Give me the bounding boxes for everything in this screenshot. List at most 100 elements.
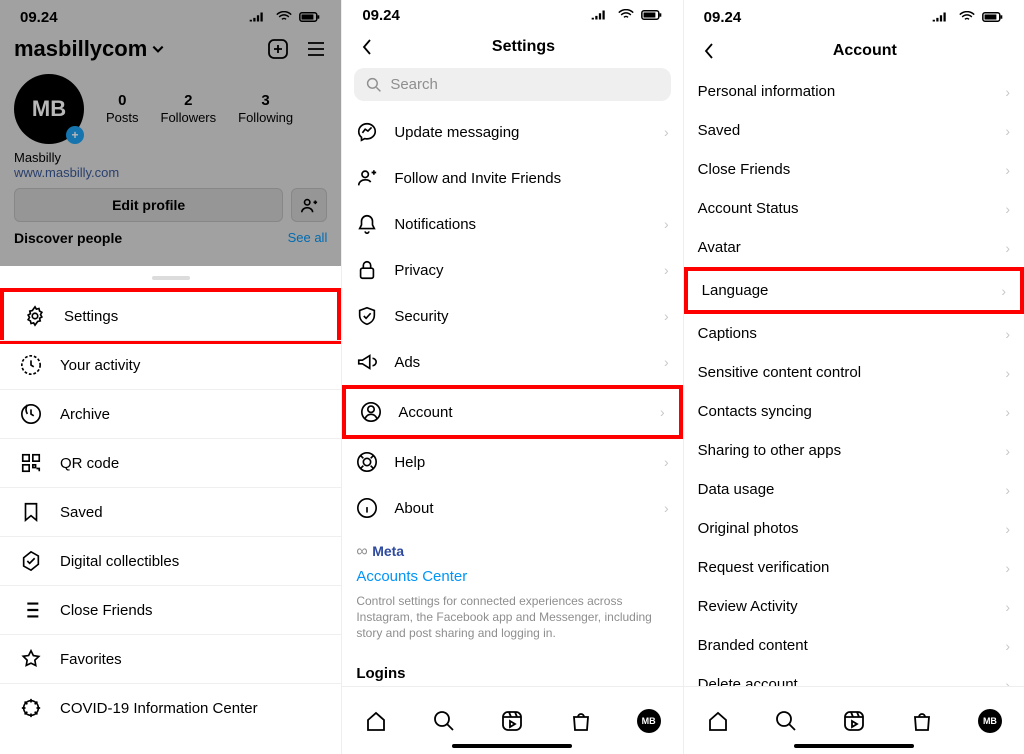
bio-link[interactable]: www.masbilly.com	[14, 165, 119, 180]
chevron-right-icon: ›	[1005, 638, 1010, 654]
accounts-center-desc: Control settings for connected experienc…	[356, 594, 652, 640]
sheet-item-archive[interactable]: Archive	[0, 389, 341, 438]
tab-search[interactable]	[432, 709, 456, 733]
chevron-right-icon: ›	[664, 262, 669, 278]
row-original-photos[interactable]: Original photos›	[684, 509, 1024, 548]
status-bar: 09.24	[342, 0, 682, 26]
archive-icon	[20, 403, 42, 425]
sheet-item-qr[interactable]: QR code	[0, 438, 341, 487]
sheet-item-settings[interactable]: Settings	[0, 288, 341, 344]
setting-update-messaging[interactable]: Update messaging›	[342, 109, 682, 155]
battery-icon	[982, 6, 1004, 28]
menu-icon[interactable]	[305, 38, 327, 60]
tab-shop[interactable]	[910, 709, 934, 733]
accounts-center-link[interactable]: Accounts Center	[356, 567, 668, 587]
tab-home[interactable]	[364, 709, 388, 733]
chevron-right-icon: ›	[1005, 521, 1010, 537]
chevron-right-icon: ›	[1005, 84, 1010, 100]
info-icon	[356, 497, 378, 519]
hexagon-check-icon	[20, 550, 42, 572]
status-time: 09.24	[704, 9, 742, 26]
tab-profile[interactable]: MB	[637, 709, 661, 733]
setting-ads[interactable]: Ads›	[342, 339, 682, 385]
avatar[interactable]: MB +	[14, 74, 84, 144]
row-captions[interactable]: Captions›	[684, 314, 1024, 353]
row-account-status[interactable]: Account Status›	[684, 189, 1024, 228]
help-icon	[356, 451, 378, 473]
covid-icon	[20, 697, 42, 719]
discover-people-label: Discover people	[14, 230, 122, 246]
wifi-icon	[273, 6, 295, 28]
signal-icon	[930, 6, 952, 28]
row-personal-info[interactable]: Personal information›	[684, 72, 1024, 111]
row-sensitive[interactable]: Sensitive content control›	[684, 353, 1024, 392]
row-saved[interactable]: Saved›	[684, 111, 1024, 150]
row-data-usage[interactable]: Data usage›	[684, 470, 1024, 509]
username-dropdown[interactable]: masbillycom	[14, 36, 165, 62]
following-stat[interactable]: 3Following	[238, 92, 293, 126]
status-bar: 09.24	[0, 0, 341, 30]
bottom-sheet: Settings Your activity Archive QR code S…	[0, 266, 341, 754]
activity-icon	[20, 354, 42, 376]
sheet-item-activity[interactable]: Your activity	[0, 340, 341, 389]
add-friend-icon	[356, 167, 378, 189]
row-avatar[interactable]: Avatar›	[684, 228, 1024, 267]
setting-account[interactable]: Account›	[342, 385, 682, 439]
list-icon	[20, 599, 42, 621]
status-bar: 09.24	[684, 0, 1024, 30]
tab-home[interactable]	[706, 709, 730, 733]
row-review-activity[interactable]: Review Activity›	[684, 587, 1024, 626]
add-story-icon[interactable]: +	[66, 126, 84, 144]
search-input[interactable]: Search	[354, 68, 670, 101]
bell-icon	[356, 213, 378, 235]
setting-privacy[interactable]: Privacy›	[342, 247, 682, 293]
chevron-right-icon: ›	[664, 216, 669, 232]
sheet-item-favorites[interactable]: Favorites	[0, 634, 341, 683]
sheet-handle[interactable]	[152, 276, 190, 280]
row-close-friends[interactable]: Close Friends›	[684, 150, 1024, 189]
tab-profile[interactable]: MB	[978, 709, 1002, 733]
add-friend-button[interactable]	[291, 188, 327, 222]
signal-icon	[589, 4, 611, 26]
tab-shop[interactable]	[569, 709, 593, 733]
megaphone-icon	[356, 351, 378, 373]
row-sharing[interactable]: Sharing to other apps›	[684, 431, 1024, 470]
setting-about[interactable]: About›	[342, 485, 682, 531]
back-button[interactable]	[698, 40, 720, 62]
messenger-icon	[356, 121, 378, 143]
battery-icon	[299, 6, 321, 28]
chevron-right-icon: ›	[1005, 162, 1010, 178]
lock-icon	[356, 259, 378, 281]
tab-search[interactable]	[774, 709, 798, 733]
home-indicator	[452, 744, 572, 748]
back-button[interactable]	[356, 36, 378, 58]
wifi-icon	[956, 6, 978, 28]
row-language[interactable]: Language›	[684, 267, 1024, 314]
settings-label: Settings	[64, 308, 118, 325]
sheet-item-collectibles[interactable]: Digital collectibles	[0, 536, 341, 585]
tab-reels[interactable]	[842, 709, 866, 733]
setting-follow-invite[interactable]: Follow and Invite Friends	[342, 155, 682, 201]
chevron-right-icon: ›	[1005, 201, 1010, 217]
setting-security[interactable]: Security›	[342, 293, 682, 339]
logins-header: Logins	[342, 651, 682, 684]
see-all-link[interactable]: See all	[288, 230, 328, 246]
chevron-right-icon: ›	[1005, 326, 1010, 342]
tab-reels[interactable]	[500, 709, 524, 733]
battery-icon	[641, 4, 663, 26]
account-icon	[360, 401, 382, 423]
followers-stat[interactable]: 2Followers	[161, 92, 217, 126]
row-branded-content[interactable]: Branded content›	[684, 626, 1024, 665]
sheet-item-covid[interactable]: COVID-19 Information Center	[0, 683, 341, 732]
setting-help[interactable]: Help›	[342, 439, 682, 485]
posts-stat[interactable]: 0Posts	[106, 92, 139, 126]
setting-notifications[interactable]: Notifications›	[342, 201, 682, 247]
chevron-down-icon	[151, 36, 165, 62]
row-contacts[interactable]: Contacts syncing›	[684, 392, 1024, 431]
sheet-item-close-friends[interactable]: Close Friends	[0, 585, 341, 634]
chevron-right-icon: ›	[664, 500, 669, 516]
sheet-item-saved[interactable]: Saved	[0, 487, 341, 536]
row-request-verification[interactable]: Request verification›	[684, 548, 1024, 587]
edit-profile-button[interactable]: Edit profile	[14, 188, 283, 222]
create-icon[interactable]	[267, 38, 289, 60]
